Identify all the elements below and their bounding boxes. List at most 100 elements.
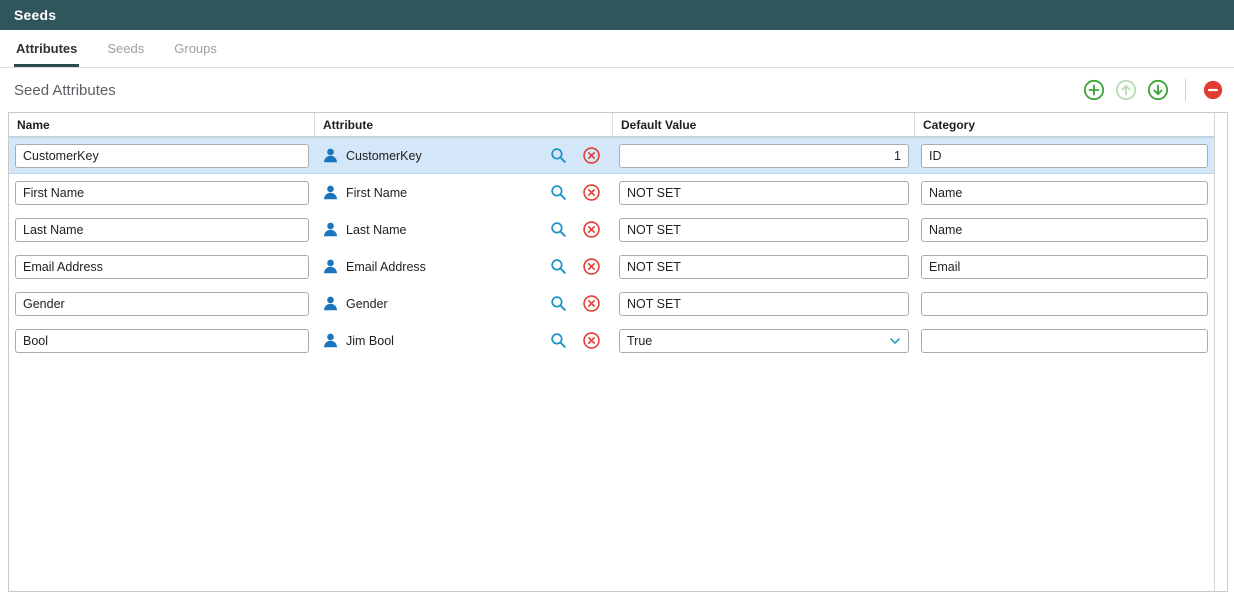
default-value-wrap — [619, 181, 909, 205]
clear-icon[interactable] — [582, 257, 601, 276]
table-header-row: Name Attribute Default Value Category — [9, 113, 1214, 137]
remove-button[interactable] — [1202, 79, 1224, 101]
default-value-cell — [613, 322, 915, 359]
category-input[interactable] — [921, 329, 1208, 353]
name-input[interactable] — [15, 218, 309, 242]
column-header-name: Name — [9, 113, 315, 136]
attribute-cell: First Name — [315, 174, 613, 211]
name-cell — [9, 174, 315, 211]
default-value-input[interactable] — [619, 144, 909, 168]
attribute-cell: Email Address — [315, 248, 613, 285]
column-header-default-value: Default Value — [613, 113, 915, 136]
default-value-cell — [613, 137, 915, 174]
user-icon — [321, 146, 340, 165]
attribute-cell: Jim Bool — [315, 322, 613, 359]
attribute-label: First Name — [346, 186, 407, 200]
category-cell — [915, 174, 1214, 211]
default-value-input[interactable] — [619, 255, 909, 279]
table-row[interactable]: First Name — [9, 174, 1214, 211]
attribute-label: Last Name — [346, 223, 406, 237]
attribute-cell: CustomerKey — [315, 137, 613, 174]
tab-bar: Attributes Seeds Groups — [0, 30, 1234, 68]
table-body: CustomerKey — [9, 137, 1214, 591]
clear-icon[interactable] — [582, 294, 601, 313]
table-row[interactable]: Jim Bool — [9, 322, 1214, 359]
attribute-cell: Last Name — [315, 211, 613, 248]
name-input[interactable] — [15, 181, 309, 205]
user-icon — [321, 257, 340, 276]
default-value-input[interactable] — [619, 292, 909, 316]
category-cell — [915, 322, 1214, 359]
category-input[interactable] — [921, 218, 1208, 242]
window-title-bar: Seeds — [0, 0, 1234, 30]
user-icon — [321, 220, 340, 239]
search-icon[interactable] — [549, 183, 568, 202]
move-down-button[interactable] — [1147, 79, 1169, 101]
default-value-cell — [613, 211, 915, 248]
plus-circle-icon — [1083, 79, 1105, 101]
tab-attributes[interactable]: Attributes — [14, 41, 79, 67]
category-input[interactable] — [921, 181, 1208, 205]
category-input[interactable] — [921, 144, 1208, 168]
name-input[interactable] — [15, 329, 309, 353]
name-input[interactable] — [15, 255, 309, 279]
user-icon — [321, 331, 340, 350]
attribute-cell: Gender — [315, 285, 613, 322]
clear-icon[interactable] — [582, 331, 601, 350]
category-cell — [915, 285, 1214, 322]
user-icon — [321, 294, 340, 313]
default-value-cell — [613, 285, 915, 322]
move-up-button[interactable] — [1115, 79, 1137, 101]
search-icon[interactable] — [549, 331, 568, 350]
category-cell — [915, 137, 1214, 174]
add-button[interactable] — [1083, 79, 1105, 101]
default-value-wrap — [619, 144, 909, 168]
section-title: Seed Attributes — [14, 82, 116, 99]
chevron-down-icon[interactable] — [888, 334, 902, 348]
default-value-wrap — [619, 329, 909, 353]
default-value-cell — [613, 248, 915, 285]
column-header-attribute: Attribute — [315, 113, 613, 136]
attribute-label: Gender — [346, 297, 388, 311]
attribute-label: CustomerKey — [346, 149, 422, 163]
category-input[interactable] — [921, 292, 1208, 316]
default-value-input[interactable] — [619, 181, 909, 205]
category-input[interactable] — [921, 255, 1208, 279]
clear-icon[interactable] — [582, 183, 601, 202]
search-icon[interactable] — [549, 294, 568, 313]
name-cell — [9, 322, 315, 359]
section-header: Seed Attributes — [0, 68, 1234, 112]
name-cell — [9, 248, 315, 285]
seeds-window: Seeds Attributes Seeds Groups Seed Attri… — [0, 0, 1234, 598]
name-input[interactable] — [15, 292, 309, 316]
table-row[interactable]: Email Address — [9, 248, 1214, 285]
default-value-input[interactable] — [619, 218, 909, 242]
table-row[interactable]: Last Name — [9, 211, 1214, 248]
window-title: Seeds — [14, 7, 56, 23]
search-icon[interactable] — [549, 220, 568, 239]
toolbar-separator — [1185, 79, 1186, 101]
name-input[interactable] — [15, 144, 309, 168]
minus-circle-icon — [1202, 79, 1224, 101]
table-row[interactable]: CustomerKey — [9, 137, 1214, 174]
tab-seeds[interactable]: Seeds — [105, 41, 146, 67]
scrollbar-gutter — [1214, 113, 1227, 591]
name-cell — [9, 285, 315, 322]
clear-icon[interactable] — [582, 146, 601, 165]
name-cell — [9, 137, 315, 174]
attribute-label: Jim Bool — [346, 334, 394, 348]
default-value-wrap — [619, 292, 909, 316]
name-cell — [9, 211, 315, 248]
arrow-up-circle-icon — [1115, 79, 1137, 101]
default-value-cell — [613, 174, 915, 211]
tab-groups[interactable]: Groups — [172, 41, 219, 67]
default-value-input[interactable] — [619, 329, 909, 353]
category-cell — [915, 248, 1214, 285]
attribute-label: Email Address — [346, 260, 426, 274]
search-icon[interactable] — [549, 257, 568, 276]
seed-attributes-table: Name Attribute Default Value Category Cu… — [9, 113, 1214, 591]
search-icon[interactable] — [549, 146, 568, 165]
table-row[interactable]: Gender — [9, 285, 1214, 322]
clear-icon[interactable] — [582, 220, 601, 239]
column-header-category: Category — [915, 113, 1214, 136]
